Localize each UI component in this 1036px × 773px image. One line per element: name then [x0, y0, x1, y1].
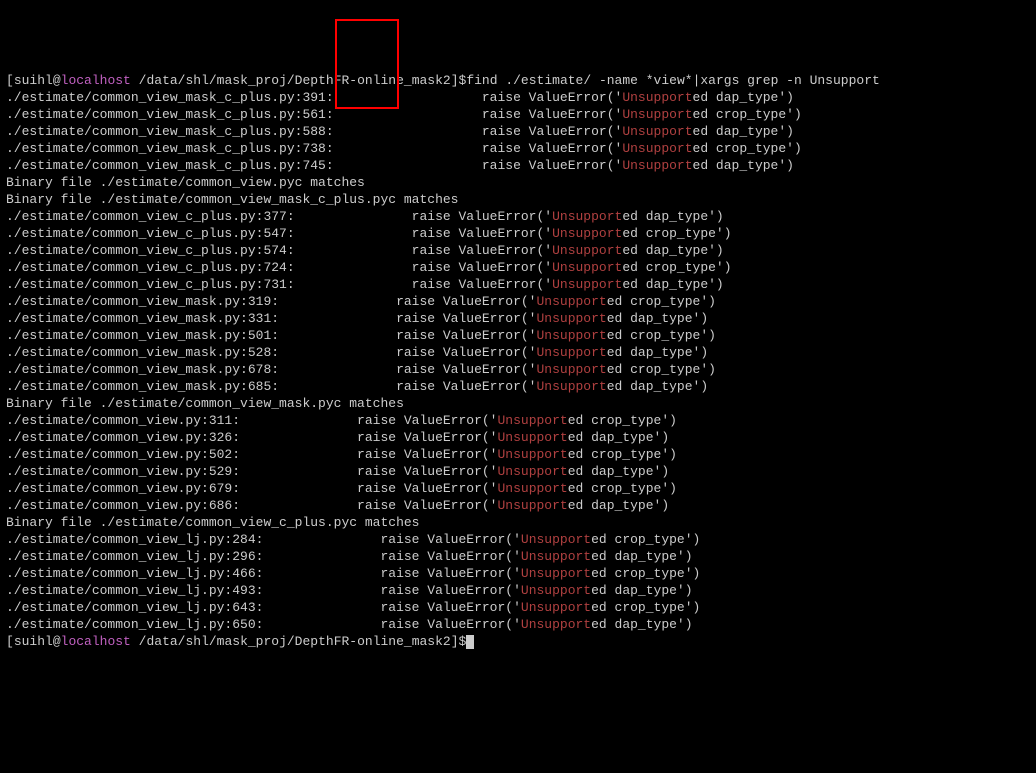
match-highlight: Unsupport [537, 362, 607, 377]
grep-result-line: ./estimate/common_view_lj.py:296: raise … [6, 548, 1030, 565]
grep-result-line: ./estimate/common_view_c_plus.py:547: ra… [6, 225, 1030, 242]
match-highlight: Unsupport [537, 294, 607, 309]
match-highlight: Unsupport [497, 464, 567, 479]
match-highlight: Unsupport [552, 243, 622, 258]
grep-result-line: ./estimate/common_view.py:686: raise Val… [6, 497, 1030, 514]
grep-result-line: ./estimate/common_view_lj.py:284: raise … [6, 531, 1030, 548]
grep-result-line: ./estimate/common_view_c_plus.py:731: ra… [6, 276, 1030, 293]
match-highlight: Unsupport [521, 600, 591, 615]
grep-result-line: ./estimate/common_view_mask.py:528: rais… [6, 344, 1030, 361]
grep-result-line: ./estimate/common_view_mask.py:501: rais… [6, 327, 1030, 344]
match-highlight: Unsupport [497, 481, 567, 496]
grep-result-line: ./estimate/common_view_c_plus.py:377: ra… [6, 208, 1030, 225]
match-highlight: Unsupport [521, 583, 591, 598]
shell-prompt[interactable]: [suihl@localhost /data/shl/mask_proj/Dep… [6, 633, 1030, 650]
match-highlight: Unsupport [537, 311, 607, 326]
match-highlight: Unsupport [521, 532, 591, 547]
match-highlight: Unsupport [497, 447, 567, 462]
match-highlight: Unsupport [622, 124, 692, 139]
grep-result-line: ./estimate/common_view.py:311: raise Val… [6, 412, 1030, 429]
grep-result-line: ./estimate/common_view_mask_c_plus.py:74… [6, 157, 1030, 174]
grep-result-line: ./estimate/common_view_lj.py:643: raise … [6, 599, 1030, 616]
grep-result-line: ./estimate/common_view_mask_c_plus.py:56… [6, 106, 1030, 123]
terminal-output: [suihl@localhost /data/shl/mask_proj/Dep… [6, 72, 1030, 650]
match-highlight: Unsupport [521, 549, 591, 564]
grep-result-line: ./estimate/common_view_lj.py:466: raise … [6, 565, 1030, 582]
binary-file-notice: Binary file ./estimate/common_view_c_plu… [6, 514, 1030, 531]
binary-file-notice: Binary file ./estimate/common_view_mask_… [6, 191, 1030, 208]
match-highlight: Unsupport [537, 345, 607, 360]
binary-file-notice: Binary file ./estimate/common_view.pyc m… [6, 174, 1030, 191]
match-highlight: Unsupport [537, 379, 607, 394]
grep-result-line: ./estimate/common_view.py:502: raise Val… [6, 446, 1030, 463]
grep-result-line: ./estimate/common_view_mask_c_plus.py:73… [6, 140, 1030, 157]
grep-result-line: ./estimate/common_view_lj.py:650: raise … [6, 616, 1030, 633]
binary-file-notice: Binary file ./estimate/common_view_mask.… [6, 395, 1030, 412]
cursor [466, 635, 474, 649]
grep-result-line: ./estimate/common_view_c_plus.py:724: ra… [6, 259, 1030, 276]
grep-result-line: ./estimate/common_view_mask_c_plus.py:58… [6, 123, 1030, 140]
match-highlight: Unsupport [497, 498, 567, 513]
grep-result-line: ./estimate/common_view_mask.py:685: rais… [6, 378, 1030, 395]
match-highlight: Unsupport [622, 107, 692, 122]
match-highlight: Unsupport [521, 617, 591, 632]
grep-result-line: ./estimate/common_view_mask.py:319: rais… [6, 293, 1030, 310]
grep-result-line: ./estimate/common_view.py:679: raise Val… [6, 480, 1030, 497]
match-highlight: Unsupport [552, 277, 622, 292]
match-highlight: Unsupport [622, 158, 692, 173]
grep-result-line: ./estimate/common_view_lj.py:493: raise … [6, 582, 1030, 599]
grep-result-line: ./estimate/common_view_c_plus.py:574: ra… [6, 242, 1030, 259]
grep-result-line: ./estimate/common_view.py:529: raise Val… [6, 463, 1030, 480]
match-highlight: Unsupport [537, 328, 607, 343]
shell-prompt[interactable]: [suihl@localhost /data/shl/mask_proj/Dep… [6, 72, 1030, 89]
match-highlight: Unsupport [552, 260, 622, 275]
grep-result-line: ./estimate/common_view.py:326: raise Val… [6, 429, 1030, 446]
match-highlight: Unsupport [622, 90, 692, 105]
match-highlight: Unsupport [552, 209, 622, 224]
grep-result-line: ./estimate/common_view_mask_c_plus.py:39… [6, 89, 1030, 106]
match-highlight: Unsupport [622, 141, 692, 156]
command-input[interactable]: find ./estimate/ -name *view*|xargs grep… [466, 73, 879, 88]
match-highlight: Unsupport [497, 413, 567, 428]
grep-result-line: ./estimate/common_view_mask.py:678: rais… [6, 361, 1030, 378]
match-highlight: Unsupport [552, 226, 622, 241]
match-highlight: Unsupport [497, 430, 567, 445]
match-highlight: Unsupport [521, 566, 591, 581]
grep-result-line: ./estimate/common_view_mask.py:331: rais… [6, 310, 1030, 327]
